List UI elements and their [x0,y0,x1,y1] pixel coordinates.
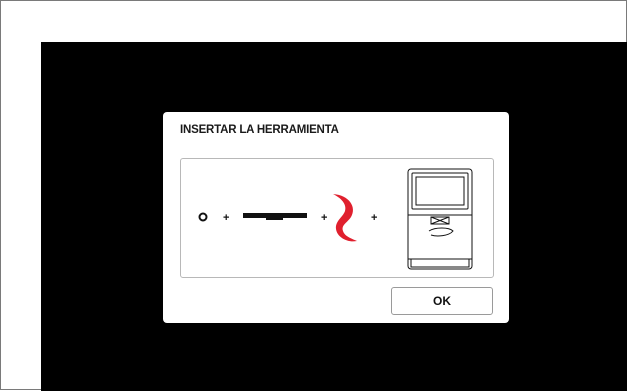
outer-frame: INSERTAR LA HERRAMIENTA + + + OK [0,0,627,391]
ok-button[interactable]: OK [391,287,493,315]
plus-sign: + [223,212,229,224]
assembly-diagram-svg: + + + [198,168,473,270]
insert-tool-dialog: INSERTAR LA HERRAMIENTA + + + OK [163,112,509,323]
plus-sign: + [371,212,377,224]
blade-icon [243,213,307,220]
appliance-icon [407,168,473,270]
hook-tool-icon [333,194,357,242]
assembly-diagram: + + + [180,158,494,278]
plus-sign: + [321,212,327,224]
dialog-title: INSERTAR LA HERRAMIENTA [180,124,339,136]
ring-icon [198,212,208,222]
